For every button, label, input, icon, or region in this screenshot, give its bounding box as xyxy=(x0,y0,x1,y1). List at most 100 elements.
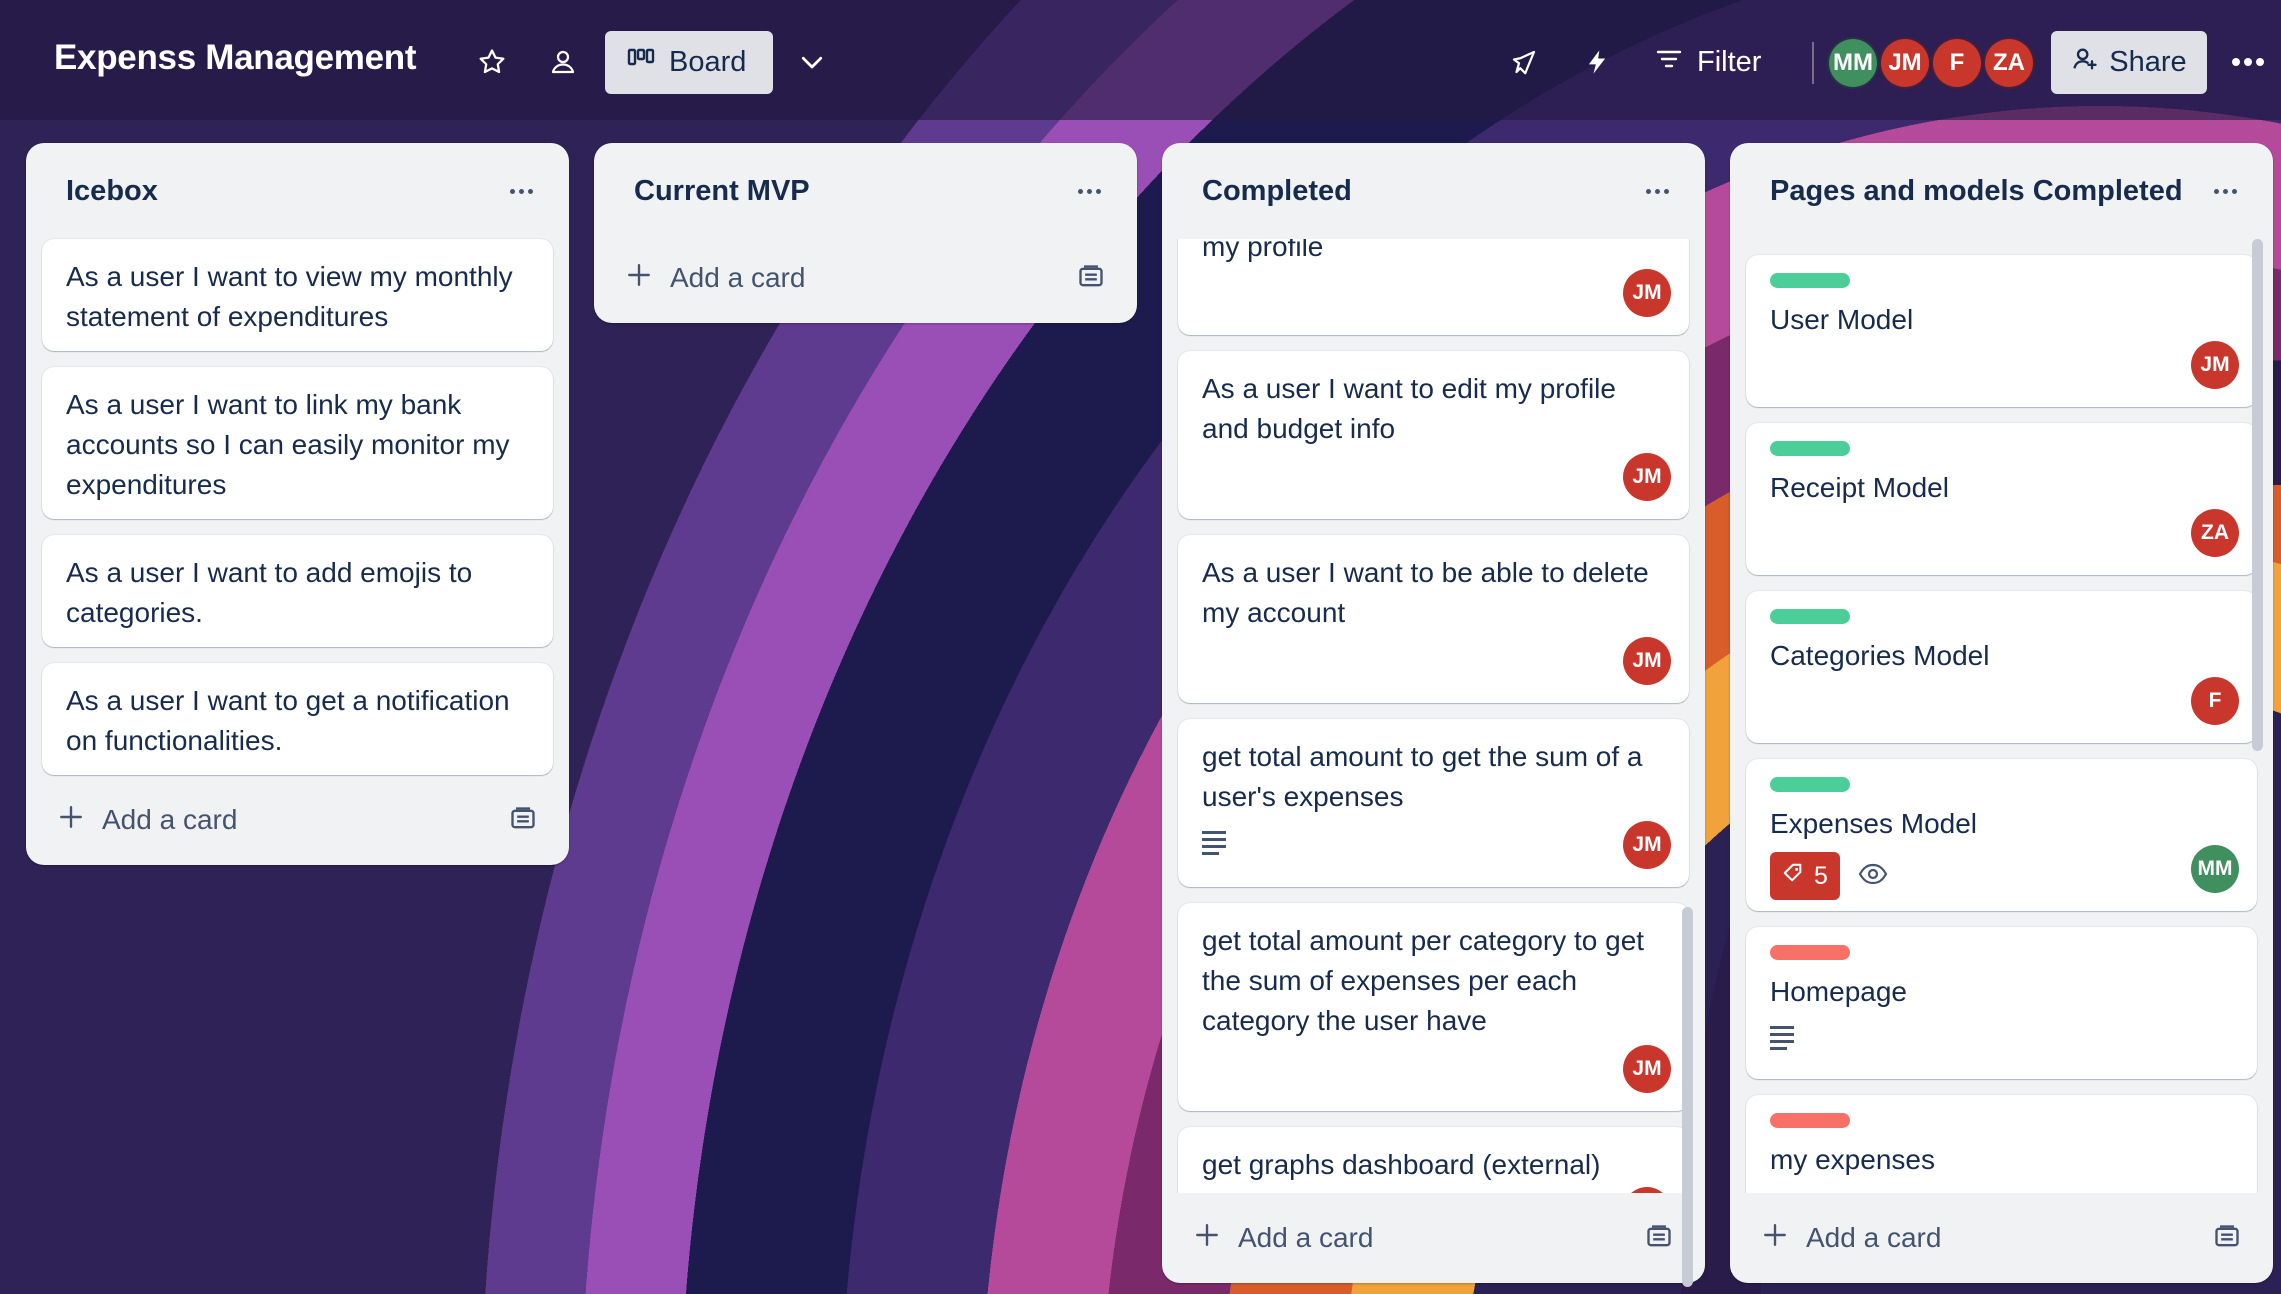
share-button[interactable]: Share xyxy=(2051,31,2207,94)
card-member-avatar[interactable]: JM xyxy=(1623,269,1671,317)
card[interactable]: Receipt Model ZA xyxy=(1746,423,2257,575)
card[interactable]: As a user I want to view my monthly stat… xyxy=(42,239,553,351)
card-title: Homepage xyxy=(1770,976,1907,1007)
member-avatar[interactable]: JM xyxy=(1879,37,1931,89)
card-scroll-area[interactable]: my profile JM As a user I want to edit m… xyxy=(1162,239,1705,1193)
card-title: As a user I want to be able to delete my… xyxy=(1202,557,1649,628)
member-avatar[interactable]: F xyxy=(1931,37,1983,89)
card-title: As a user I want to link my bank account… xyxy=(66,389,510,500)
description-icon xyxy=(1770,1026,1794,1050)
power-ups-icon[interactable] xyxy=(1498,36,1550,88)
add-card-label: Add a card xyxy=(670,262,806,293)
card-scroll-area[interactable]: User Model JM Receipt Model ZA Categorie… xyxy=(1730,239,2273,1193)
card-member-avatar[interactable]: JM xyxy=(1623,1045,1671,1093)
add-card-button[interactable]: Add a card xyxy=(26,775,569,865)
more-options-icon[interactable] xyxy=(2222,36,2274,88)
member-avatar[interactable]: ZA xyxy=(1983,37,2035,89)
card-title: Expenses Model xyxy=(1770,808,1978,839)
card[interactable]: get total amount to get the sum of a use… xyxy=(1178,719,1689,887)
card[interactable]: As a user I want to link my bank account… xyxy=(42,367,553,519)
card[interactable]: my expenses xyxy=(1746,1095,2257,1193)
filter-label: Filter xyxy=(1697,46,1762,78)
member-avatar[interactable]: MM xyxy=(1827,37,1879,89)
list-title[interactable]: Current MVP xyxy=(634,175,810,208)
board-view-icon xyxy=(627,46,655,79)
card-title: Receipt Model xyxy=(1770,472,1949,503)
card[interactable]: As a user I want to edit my profile and … xyxy=(1178,351,1689,519)
card-member-avatar[interactable]: JM xyxy=(1623,821,1671,869)
card[interactable]: As a user I want to be able to delete my… xyxy=(1178,535,1689,703)
priority-badge[interactable]: 5 xyxy=(1770,852,1840,900)
list-menu-icon[interactable] xyxy=(2207,173,2243,209)
card-badges: 5 xyxy=(1770,852,2233,900)
star-icon[interactable] xyxy=(466,36,518,88)
card-template-icon[interactable] xyxy=(2213,1223,2241,1258)
card[interactable]: Expenses Model 5 MM xyxy=(1746,759,2257,911)
automation-icon[interactable] xyxy=(1571,36,1623,88)
add-card-button[interactable]: Add a card xyxy=(594,233,1137,323)
add-card-label: Add a card xyxy=(1806,1222,1942,1253)
card-title: Categories Model xyxy=(1770,640,1990,671)
add-card-button[interactable]: Add a card xyxy=(1162,1193,1705,1283)
card-member-avatar[interactable]: JM xyxy=(2191,341,2239,389)
scrollbar-thumb[interactable] xyxy=(2252,239,2263,751)
filter-button[interactable]: Filter xyxy=(1655,31,1761,94)
card[interactable]: my profile JM xyxy=(1178,239,1689,335)
card-member-avatar[interactable]: JM xyxy=(1623,637,1671,685)
card-list: User Model JM Receipt Model ZA Categorie… xyxy=(1730,255,2273,1193)
list-title[interactable]: Completed xyxy=(1202,175,1352,208)
card-title: my expenses xyxy=(1770,1144,1935,1175)
card-label[interactable] xyxy=(1770,777,1850,792)
card-template-icon[interactable] xyxy=(509,805,537,840)
list-menu-icon[interactable] xyxy=(1639,173,1675,209)
card[interactable]: get graphs dashboard (external) JM xyxy=(1178,1127,1689,1193)
card-title: As a user I want to add emojis to catego… xyxy=(66,557,473,628)
add-member-icon xyxy=(2071,45,2099,81)
workspace-visibility-icon[interactable] xyxy=(537,36,589,88)
card-title: As a user I want to get a notification o… xyxy=(66,685,510,756)
board-view-button[interactable]: Board xyxy=(605,31,773,94)
list-icebox: Icebox As a user I want to view my month… xyxy=(26,143,569,865)
card-member-avatar[interactable]: JM xyxy=(1623,453,1671,501)
add-card-button[interactable]: Add a card xyxy=(1730,1193,2273,1283)
card-template-icon[interactable] xyxy=(1077,263,1105,298)
card[interactable]: get total amount per category to get the… xyxy=(1178,903,1689,1111)
list-header: Current MVP xyxy=(594,143,1137,239)
card-title: As a user I want to edit my profile and … xyxy=(1202,373,1616,444)
board-header: Expenss Management Board Filter MM JM F … xyxy=(0,0,2281,120)
list-menu-icon[interactable] xyxy=(1071,173,1107,209)
card[interactable]: User Model JM xyxy=(1746,255,2257,407)
card-member-avatar[interactable]: MM xyxy=(2191,845,2239,893)
card-label[interactable] xyxy=(1770,441,1850,456)
card-member-avatar[interactable]: ZA xyxy=(2191,509,2239,557)
board-title[interactable]: Expenss Management xyxy=(54,38,417,78)
list-header: Pages and models Completed xyxy=(1730,143,2273,239)
badge-count: 5 xyxy=(1814,861,1828,890)
filter-icon xyxy=(1655,46,1683,79)
card[interactable]: Categories Model F xyxy=(1746,591,2257,743)
card-member-avatar[interactable]: F xyxy=(2191,677,2239,725)
list-header: Icebox xyxy=(26,143,569,239)
list-header: Completed xyxy=(1162,143,1705,239)
card-label[interactable] xyxy=(1770,273,1850,288)
card[interactable]: As a user I want to add emojis to catego… xyxy=(42,535,553,647)
add-card-label: Add a card xyxy=(1238,1222,1374,1253)
list-menu-icon[interactable] xyxy=(503,173,539,209)
list-title[interactable]: Pages and models Completed xyxy=(1770,175,2183,208)
card-title: my profile xyxy=(1202,239,1324,262)
card-label[interactable] xyxy=(1770,1113,1850,1128)
card-label[interactable] xyxy=(1770,609,1850,624)
list-completed: Completed my profile JM As a user I want… xyxy=(1162,143,1705,1287)
plus-icon xyxy=(58,804,84,837)
list-title[interactable]: Icebox xyxy=(66,175,158,208)
card-label[interactable] xyxy=(1770,945,1850,960)
card[interactable]: As a user I want to get a notification o… xyxy=(42,663,553,775)
tag-icon xyxy=(1782,862,1804,891)
card[interactable]: Homepage xyxy=(1746,927,2257,1079)
description-icon xyxy=(1202,831,1226,855)
chevron-down-icon[interactable] xyxy=(786,36,838,88)
watching-eye-icon xyxy=(1858,862,1888,891)
card-list: my profile JM As a user I want to edit m… xyxy=(1162,239,1705,1193)
card-template-icon[interactable] xyxy=(1645,1223,1673,1258)
add-card-label: Add a card xyxy=(102,804,238,835)
